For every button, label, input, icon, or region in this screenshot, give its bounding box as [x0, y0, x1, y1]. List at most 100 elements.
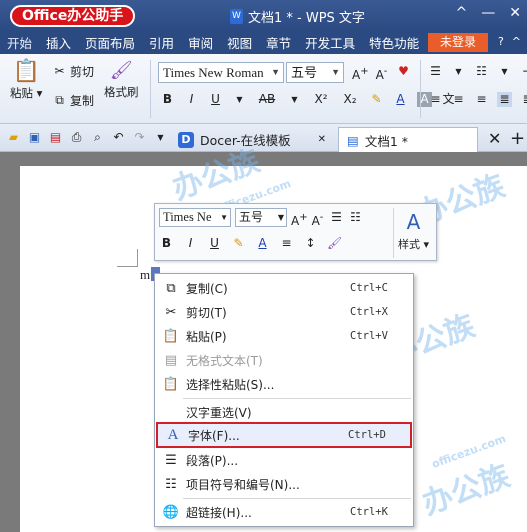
close-tab-button[interactable]: ✕ — [488, 129, 501, 148]
numbered-list-icon[interactable]: ☷ — [348, 210, 363, 225]
context-menu-paste[interactable]: 📋 粘贴(P) Ctrl+V — [156, 324, 412, 348]
menu-item-label: 无格式文本(T) — [186, 353, 263, 368]
cut-label: 剪切 — [70, 65, 95, 79]
close-icon[interactable]: ✕ — [318, 134, 326, 145]
chevron-down-icon: ▼ — [271, 67, 280, 77]
paintbrush-icon[interactable]: 🖌 — [327, 236, 342, 251]
bold-button[interactable]: B — [160, 92, 175, 107]
login-button[interactable]: 未登录 — [428, 33, 488, 52]
menu-item-special[interactable]: 特色功能 — [362, 33, 426, 52]
save-icon[interactable]: ▣ — [27, 130, 42, 145]
center-align-icon[interactable]: ≡ — [279, 236, 294, 251]
format-painter-button[interactable]: 🖌 格式刷 — [104, 60, 139, 100]
highlight-icon[interactable]: ✎ — [231, 236, 246, 251]
menu-item-references[interactable]: 引用 — [142, 33, 181, 52]
context-menu-bullets[interactable]: ☷ 项目符号和编号(N)... — [156, 472, 412, 496]
superscript-button[interactable]: X² — [311, 92, 331, 107]
mini-font-size-select[interactable]: 五号 ▼ — [235, 208, 287, 227]
bullet-list-icon[interactable]: ☰ — [329, 210, 344, 225]
print-preview-icon[interactable]: ⌕ — [90, 130, 105, 145]
numbered-list-icon[interactable]: ☷ — [474, 64, 489, 79]
underline-button[interactable]: U — [208, 92, 223, 107]
context-menu-hyperlink[interactable]: 🌐 超链接(H)... Ctrl+K — [156, 500, 412, 524]
cut-button[interactable]: ✂ 剪切 — [52, 63, 94, 80]
chevron-down-icon[interactable]: ▼ — [287, 92, 302, 107]
title-bar: Office办公助手 W 文档1 * - WPS 文字 ^ — ✕ — [0, 0, 527, 31]
mini-bold-button[interactable]: B — [159, 236, 174, 251]
context-menu-paste-plain: ▤ 无格式文本(T) — [156, 348, 412, 372]
open-folder-icon[interactable]: ▰ — [6, 130, 21, 145]
context-menu-font[interactable]: A 字体(F)... Ctrl+D — [156, 422, 412, 448]
align-left-icon[interactable]: ≡ — [428, 92, 443, 107]
font-size-select[interactable]: 五号 ▼ — [286, 62, 344, 83]
subscript-button[interactable]: X₂ — [340, 92, 360, 107]
window-controls: ^ — ✕ — [456, 5, 521, 21]
clear-format-icon[interactable]: ♥ — [396, 64, 411, 79]
tab-document[interactable]: ▤ 文档1 * — [338, 127, 478, 152]
styles-button[interactable]: A 样式 ▾ — [393, 208, 433, 258]
tab-docer[interactable]: D Docer-在线模板 ✕ — [170, 127, 334, 152]
scissors-icon: ✂ — [54, 64, 65, 78]
bullet-list-icon[interactable]: ☰ — [428, 64, 443, 79]
skin-icon[interactable]: ^ — [456, 5, 468, 21]
shrink-font-icon[interactable]: A- — [374, 64, 389, 82]
collapse-ribbon-icon[interactable]: ^ — [512, 35, 521, 48]
paste-button[interactable]: 📋 粘贴 ▾ — [10, 60, 42, 101]
justify-icon[interactable]: ≣ — [497, 92, 512, 107]
align-right-icon[interactable]: ≡ — [474, 92, 489, 107]
menu-item-review[interactable]: 审阅 — [181, 33, 220, 52]
menu-item-view[interactable]: 视图 — [220, 33, 259, 52]
export-pdf-icon[interactable]: ▤ — [48, 130, 63, 145]
font-color-icon[interactable]: A — [393, 92, 408, 107]
font-color-icon[interactable]: A — [255, 236, 270, 251]
shrink-font-icon[interactable]: A- — [310, 210, 325, 228]
menu-item-label: 汉字重选(V) — [186, 405, 252, 420]
menu-item-label: 超链接(H)... — [186, 505, 252, 520]
document-text-content: m — [140, 267, 151, 282]
strikethrough-button[interactable]: AB — [256, 92, 278, 107]
copy-button[interactable]: ⧉ 复制 — [52, 92, 94, 109]
close-icon[interactable]: ✕ — [509, 5, 521, 21]
align-center-icon[interactable]: ≡ — [451, 92, 466, 107]
context-menu-paste-special[interactable]: 📋 选择性粘贴(S)... — [156, 372, 412, 396]
copy-icon: ⧉ — [55, 93, 64, 107]
align-tools: ≡ ≡ ≡ ≣ ≣ — [428, 92, 527, 107]
menu-item-page-layout[interactable]: 页面布局 — [78, 33, 142, 52]
mini-font-name-select[interactable]: Times Ne ▼ — [159, 208, 231, 227]
font-name-select[interactable]: Times New Roman ▼ — [158, 62, 284, 83]
highlight-icon[interactable]: ✎ — [369, 92, 384, 107]
chevron-down-icon[interactable]: ▼ — [232, 92, 247, 107]
grow-font-icon[interactable]: A+ — [352, 64, 369, 82]
menu-item-insert[interactable]: 插入 — [39, 33, 78, 52]
minimize-icon[interactable]: — — [481, 5, 495, 21]
menu-item-developer[interactable]: 开发工具 — [298, 33, 362, 52]
context-menu-cut[interactable]: ✂ 剪切(T) Ctrl+X — [156, 300, 412, 324]
menu-divider — [183, 398, 411, 399]
context-menu-reconvert[interactable]: 汉字重选(V) — [156, 400, 412, 424]
redo-icon[interactable]: ↷ — [132, 130, 147, 145]
paste-label: 粘贴 — [10, 86, 33, 100]
new-tab-button[interactable]: + — [510, 128, 525, 149]
context-menu-paragraph[interactable]: ☰ 段落(P)... — [156, 448, 412, 472]
line-spacing-icon[interactable]: ↕ — [303, 236, 318, 251]
menu-item-label: 选择性粘贴(S)... — [186, 377, 275, 392]
grow-font-icon[interactable]: A+ — [291, 210, 308, 228]
menu-item-home[interactable]: 开始 — [0, 33, 39, 52]
context-menu-copy[interactable]: ⧉ 复制(C) Ctrl+C — [156, 276, 412, 300]
copy-icon: ⧉ — [166, 280, 176, 296]
chevron-down-icon[interactable]: ▼ — [497, 64, 512, 79]
mini-italic-button[interactable]: I — [183, 236, 198, 251]
menu-item-section[interactable]: 章节 — [259, 33, 298, 52]
menu-item-label: 字体(F)... — [188, 428, 240, 443]
indent-icon[interactable]: ⇥ — [520, 64, 527, 79]
context-menu: ⧉ 复制(C) Ctrl+C ✂ 剪切(T) Ctrl+X 📋 粘贴(P) Ct… — [154, 273, 414, 527]
distributed-icon[interactable]: ≣ — [520, 92, 527, 107]
undo-icon[interactable]: ↶ — [111, 130, 126, 145]
italic-button[interactable]: I — [184, 92, 199, 107]
mini-underline-button[interactable]: U — [207, 236, 222, 251]
plus-icon: + — [510, 128, 526, 149]
print-icon[interactable]: ⎙ — [69, 130, 84, 145]
help-icon[interactable]: ? — [498, 35, 504, 48]
customize-toolbar-icon[interactable]: ▼ — [153, 130, 168, 145]
chevron-down-icon[interactable]: ▼ — [451, 64, 466, 79]
